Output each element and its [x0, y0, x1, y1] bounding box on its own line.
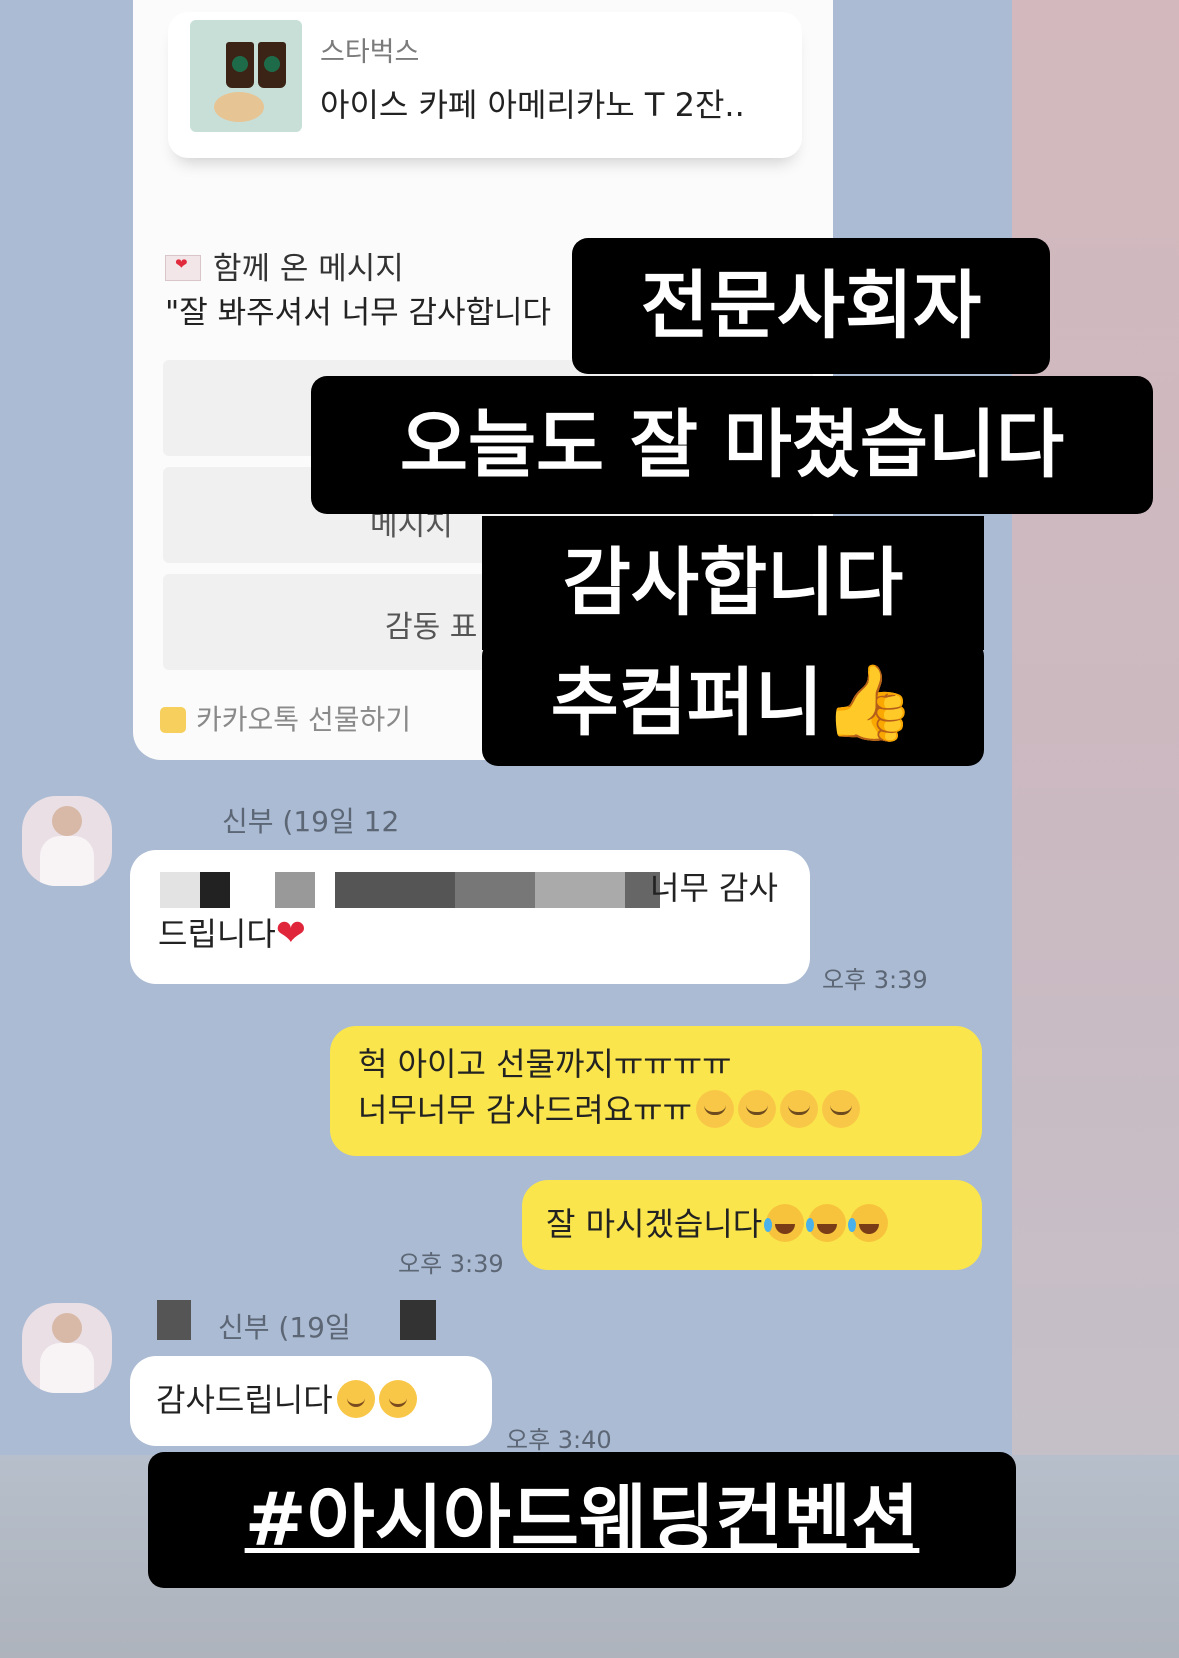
- avatar[interactable]: [22, 1303, 112, 1393]
- smiling-face-icon: [378, 1380, 417, 1418]
- pleading-face-icon: [822, 1090, 861, 1128]
- redacted-text: [400, 1300, 436, 1340]
- message-bubble[interactable]: 감사드립니다: [130, 1356, 492, 1446]
- redacted-text: [535, 872, 625, 908]
- heart-icon: ❤: [275, 913, 306, 954]
- timestamp: 오후 3:39: [398, 1250, 504, 1278]
- coffee-cup-icon: [226, 42, 254, 88]
- message-text: 너무너무 감사드려요ㅠㅠ: [358, 1088, 861, 1132]
- message-text: 드립니다❤: [158, 913, 306, 954]
- message-bubble[interactable]: 너무 감사 드립니다❤: [130, 850, 810, 984]
- redacted-text: [200, 872, 230, 908]
- envelope-icon: [165, 255, 201, 281]
- story-text-line: 추컴퍼니👍: [482, 640, 984, 766]
- story-text-line: 오늘도 잘 마쳤습니다: [311, 376, 1153, 514]
- message-text: 너무 감사: [650, 869, 778, 907]
- my-message-bubble[interactable]: 헉 아이고 선물까지ㅠㅠㅠㅠ 너무너무 감사드려요ㅠㅠ: [330, 1026, 982, 1156]
- my-message-bubble[interactable]: 잘 마시겠습니다: [522, 1180, 982, 1270]
- redacted-text: [275, 872, 315, 908]
- gift-product-name: 아이스 카페 아메리카노 T 2잔..: [320, 86, 745, 124]
- pleading-face-icon: [738, 1090, 777, 1128]
- cake-icon: [214, 92, 264, 122]
- tears-of-joy-icon: [764, 1204, 805, 1242]
- gift-box-icon: [160, 707, 186, 733]
- redacted-text: [335, 872, 455, 908]
- pleading-face-icon: [696, 1090, 735, 1128]
- story-text-line: 전문사회자: [572, 238, 1050, 374]
- timestamp: 오후 3:40: [506, 1426, 612, 1454]
- tears-of-joy-icon: [848, 1204, 889, 1242]
- gift-footer[interactable]: 카카오톡 선물하기: [160, 698, 411, 738]
- story-text-line: 감사합니다: [482, 516, 984, 650]
- redacted-text: [157, 1300, 191, 1340]
- avatar[interactable]: [22, 796, 112, 886]
- gift-message-body: "잘 봐주셔서 너무 감사합니다: [165, 295, 552, 331]
- coffee-cup-icon: [258, 42, 286, 88]
- hashtag[interactable]: #아시아드웨딩컨벤션: [148, 1452, 1016, 1588]
- message-text: 감사드립니다: [156, 1378, 417, 1422]
- redacted-text: [455, 872, 535, 908]
- product-thumbnail: [190, 20, 302, 132]
- message-text: 잘 마시겠습니다: [546, 1202, 889, 1246]
- timestamp: 오후 3:39: [822, 966, 928, 994]
- pleading-face-icon: [780, 1090, 819, 1128]
- gift-button-label: 감동 표: [385, 610, 478, 645]
- message-text: 헉 아이고 선물까지ㅠㅠㅠㅠ: [358, 1045, 732, 1083]
- sender-name: 신부 (19일 12: [222, 805, 400, 838]
- tears-of-joy-icon: [806, 1204, 847, 1242]
- gift-brand: 스타벅스: [320, 37, 420, 68]
- gift-message-header: 함께 온 메시지: [165, 243, 404, 288]
- smiling-face-icon: [336, 1380, 375, 1418]
- sender-name: 신부 (19일: [218, 1311, 351, 1344]
